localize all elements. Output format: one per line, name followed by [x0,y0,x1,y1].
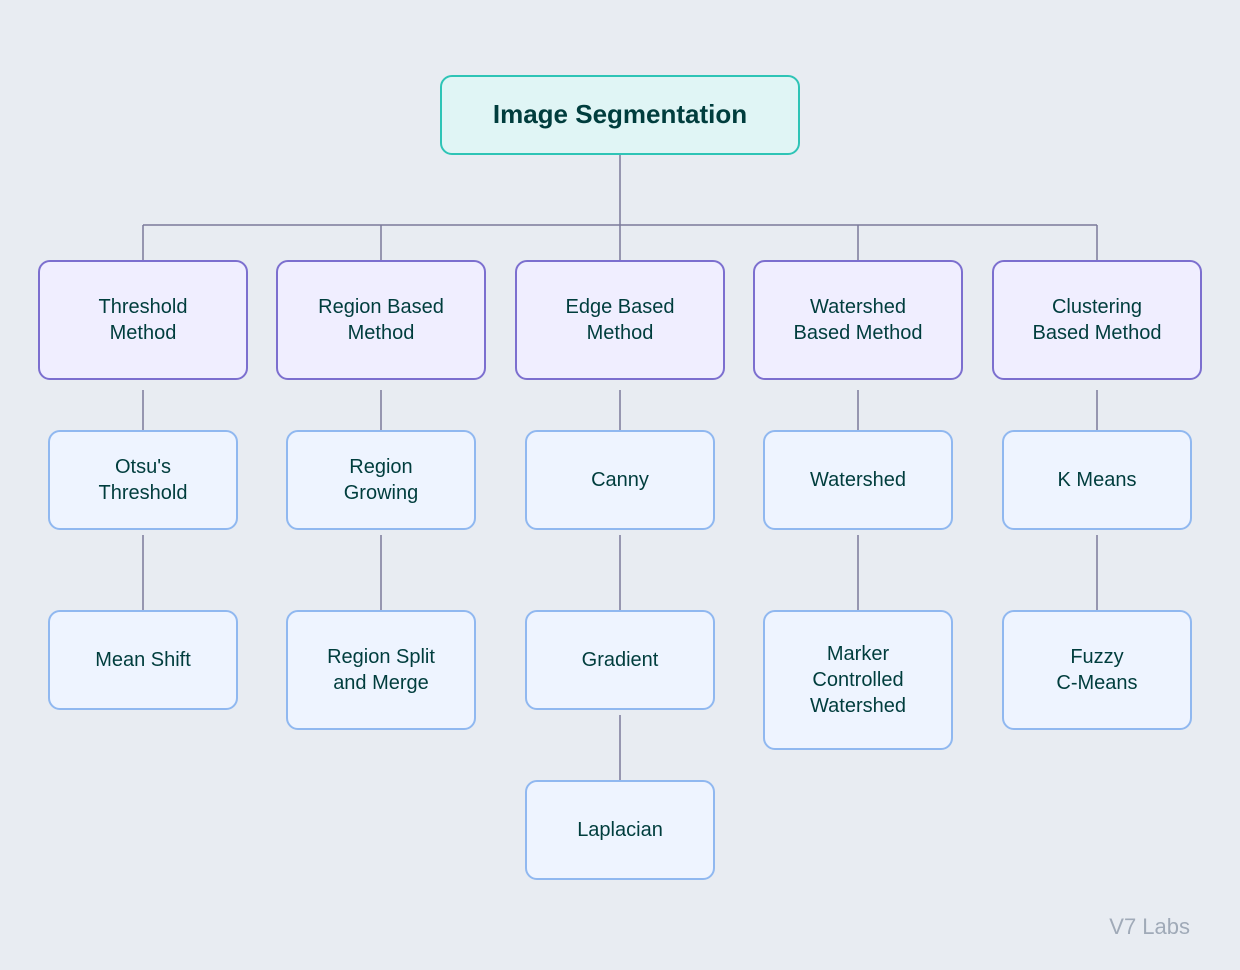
watermark: V7 Labs [1109,914,1190,940]
watershed-label: Watershed [810,467,906,493]
fuzzycmeans-label: Fuzzy C-Means [1056,644,1137,696]
edge-label: Edge Based Method [566,294,675,346]
threshold-method-node: Threshold Method [38,260,248,380]
edge-based-method-node: Edge Based Method [515,260,725,380]
region-label: Region Based Method [318,294,444,346]
root-node: Image Segmentation [440,75,800,155]
k-means-node: K Means [1002,430,1192,530]
root-label: Image Segmentation [493,98,747,132]
kmeans-label: K Means [1058,467,1137,493]
gradient-label: Gradient [582,647,659,673]
threshold-label: Threshold Method [99,294,188,346]
region-growing-label: Region Growing [344,454,418,506]
laplacian-node: Laplacian [525,780,715,880]
fuzzy-cmeans-node: Fuzzy C-Means [1002,610,1192,730]
meanshift-label: Mean Shift [95,647,191,673]
region-growing-node: Region Growing [286,430,476,530]
otsu-threshold-node: Otsu's Threshold [48,430,238,530]
canny-label: Canny [591,467,649,493]
watershed-method-label: Watershed Based Method [794,294,923,346]
marker-controlled-watershed-node: Marker Controlled Watershed [763,610,953,750]
region-split-merge-node: Region Split and Merge [286,610,476,730]
watershed-based-method-node: Watershed Based Method [753,260,963,380]
region-based-method-node: Region Based Method [276,260,486,380]
otsu-label: Otsu's Threshold [99,454,188,506]
clustering-based-method-node: Clustering Based Method [992,260,1202,380]
clustering-label: Clustering Based Method [1033,294,1162,346]
gradient-node: Gradient [525,610,715,710]
region-split-label: Region Split and Merge [327,644,435,696]
mean-shift-node: Mean Shift [48,610,238,710]
marker-watershed-label: Marker Controlled Watershed [810,641,906,719]
canny-node: Canny [525,430,715,530]
laplacian-label: Laplacian [577,817,663,843]
watershed-node: Watershed [763,430,953,530]
